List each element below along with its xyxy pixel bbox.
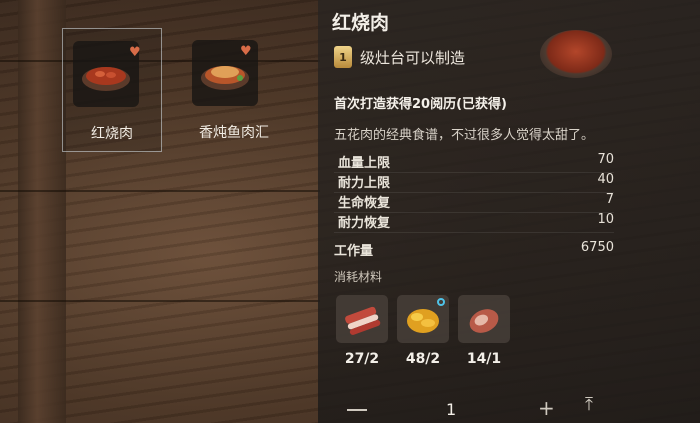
wood-plank [0, 190, 320, 192]
stove-level-badge: 1 [339, 51, 347, 64]
stat-value: 10 [597, 212, 614, 227]
stat-row: 血量上限 70 [334, 152, 614, 173]
first-craft-reward: 首次打造获得20阅历(已获得) [334, 97, 507, 112]
stat-row: 生命恢复 7 [334, 192, 614, 213]
pork-belly-icon [345, 306, 381, 335]
material-count: 14/1 [466, 351, 502, 367]
stat-row: 耐力恢复 10 [334, 212, 614, 233]
stat-row: 耐力上限 40 [334, 172, 614, 193]
material-slot-pork-belly[interactable] [336, 295, 388, 343]
craft-quantity: 1 [446, 400, 457, 419]
recipe-label: 香炖鱼肉汇 [199, 125, 269, 141]
meat-chunk-icon [469, 309, 499, 333]
heart-icon: ♥ [240, 44, 252, 59]
stat-value: 70 [597, 152, 614, 167]
decrease-quantity-button[interactable] [347, 409, 367, 411]
recipe-card-braised-pork[interactable]: ♥ 红烧肉 [62, 28, 162, 152]
material-count: 48/2 [405, 351, 441, 367]
workload-row: 工作量 6750 [334, 240, 614, 259]
material-slot-meat-chunk[interactable] [458, 295, 510, 343]
increase-quantity-button[interactable]: + [538, 396, 555, 420]
stat-label: 血量上限 [338, 156, 391, 171]
recipe-card-fish-stew[interactable]: ♥ 香炖鱼肉汇 [178, 28, 278, 152]
wooden-post [18, 0, 66, 423]
recipe-title: 红烧肉 [332, 12, 390, 34]
recipe-description: 五花肉的经典食谱，不过很多人觉得太甜了。 [334, 128, 595, 143]
materials-label: 消耗材料 [334, 270, 383, 284]
stat-value: 7 [605, 192, 614, 207]
plus-icon: + [538, 396, 555, 420]
stat-value: 40 [597, 172, 614, 187]
heart-icon: ♥ [129, 45, 141, 60]
max-arrow-icon: ⤒ [585, 394, 593, 415]
workload-value: 6750 [580, 240, 614, 255]
braised-pork-dish-image [540, 30, 612, 78]
material-count: 27/2 [344, 351, 380, 367]
wood-plank [0, 300, 320, 302]
stove-level-icon: 1 [334, 46, 352, 68]
max-quantity-button[interactable]: ⤒ [585, 394, 593, 415]
stat-label: 生命恢复 [338, 196, 391, 211]
stat-label: 耐力上限 [338, 176, 391, 191]
stove-level-text: 级灶台可以制造 [360, 49, 466, 67]
workload-label: 工作量 [334, 244, 374, 259]
stat-label: 耐力恢复 [338, 216, 391, 231]
bonus-indicator-icon [437, 298, 445, 306]
recipe-label: 红烧肉 [91, 126, 133, 142]
